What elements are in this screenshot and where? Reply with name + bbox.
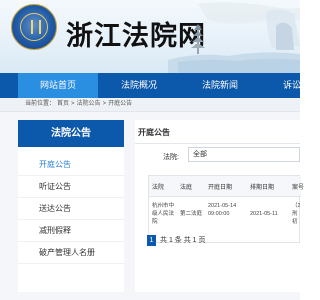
column-header-schedule-date: 排期日期 <box>250 185 275 191</box>
sidebar-item-hearing-announcements[interactable]: 听证公告 <box>18 176 124 198</box>
column-header-court: 法院 <box>152 185 165 191</box>
court-filter-select[interactable]: 全部 <box>188 147 300 162</box>
breadcrumb-home[interactable]: 首页 <box>57 101 69 107</box>
breadcrumb-separator: > <box>102 101 107 107</box>
cell-hearing-date: 2021-05-14 09:00:00 <box>208 203 237 217</box>
pagination-info: 共 1 条 共 1 页 <box>160 237 206 244</box>
column-header-hearing-date: 开庭日期 <box>208 185 233 191</box>
cell-tribunal: 第二法庭 <box>180 211 203 217</box>
breadcrumb: 当前位置： 首页 > 法院公告 > 开庭公告 <box>0 98 300 112</box>
cell-schedule-date: 2021-05-11 <box>250 211 278 217</box>
table-header: 法院 法庭 开庭日期 排期日期 案号 <box>149 176 305 197</box>
main-panel: 开庭公告 法院: 全部 法院 法庭 开庭日期 排期日期 案号 杭州市中级人民法院… <box>135 120 305 292</box>
nav-court-overview[interactable]: 法院概况 <box>99 73 179 98</box>
page-title: 开庭公告 <box>138 128 170 137</box>
nav-home[interactable]: 网站首页 <box>18 73 98 98</box>
title-divider <box>135 143 300 144</box>
breadcrumb-prefix: 当前位置： <box>25 101 56 107</box>
breadcrumb-separator: > <box>71 101 75 107</box>
sidebar-item-service-notices[interactable]: 送达公告 <box>18 198 124 220</box>
cell-court: 杭州市中级人民法院 <box>152 203 175 225</box>
nav-litigation[interactable]: 诉讼 <box>261 73 320 98</box>
sidebar-title: 法院公告 <box>18 120 124 147</box>
court-emblem-icon <box>11 4 57 50</box>
column-header-tribunal: 法庭 <box>180 185 193 191</box>
sidebar-item-commutation-parole[interactable]: 减刑假释 <box>18 220 124 242</box>
court-filter-label: 法院: <box>163 154 179 161</box>
column-header-case-no: 案号 <box>292 185 305 191</box>
breadcrumb-announcements[interactable]: 法院公告 <box>77 101 101 107</box>
cell-case-no: （2 刑初 <box>292 203 300 225</box>
breadcrumb-current: 开庭公告 <box>108 101 133 107</box>
pagoda-scenery-image <box>168 2 300 73</box>
page-number-button[interactable]: 1 <box>147 235 156 246</box>
header-banner: 浙江法院网 <box>0 0 300 73</box>
sidebar: 法院公告 开庭公告 听证公告 送达公告 减刑假释 破产管理人名册 <box>18 120 124 292</box>
sidebar-item-hearing-notices[interactable]: 开庭公告 <box>18 154 124 176</box>
hearing-table: 法院 法庭 开庭日期 排期日期 案号 杭州市中级人民法院 第二法庭 2021-0… <box>148 175 305 243</box>
main-nav: 网站首页 法院概况 法院新闻 诉讼 <box>0 73 301 98</box>
nav-court-news[interactable]: 法院新闻 <box>180 73 260 98</box>
sidebar-item-bankruptcy-administrators[interactable]: 破产管理人名册 <box>18 242 124 264</box>
